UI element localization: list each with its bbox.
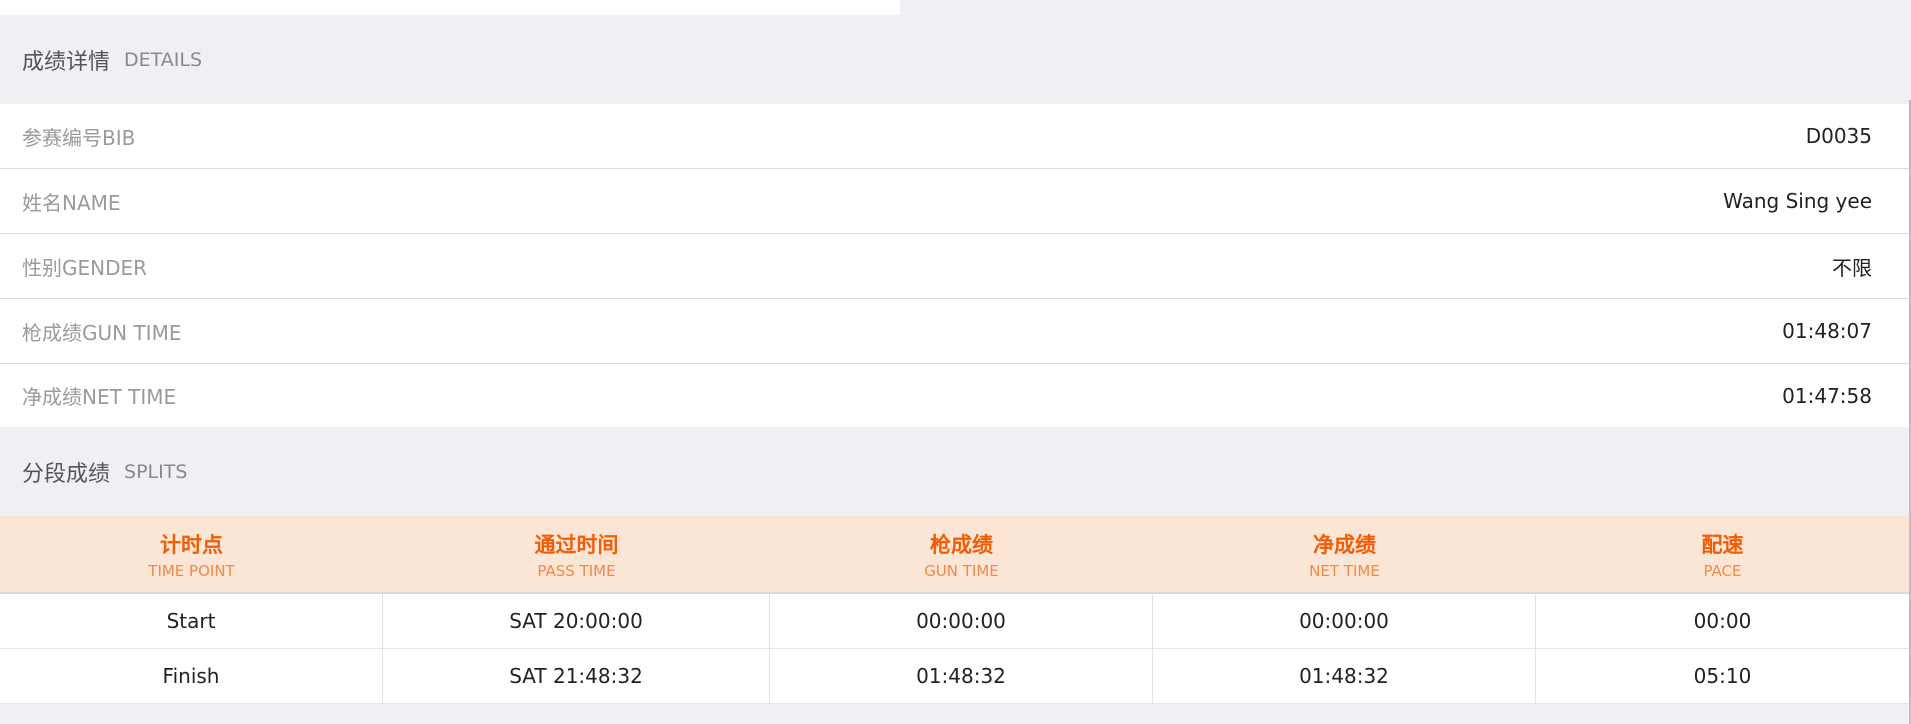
detail-row-gender: 性别GENDER 不限 <box>0 234 1909 299</box>
cell-time-point: Start <box>0 594 383 648</box>
column-header-cn: 枪成绩 <box>930 532 993 557</box>
detail-label: 净成绩NET TIME <box>22 385 177 409</box>
cell-gun-time: 00:00:00 <box>770 594 1153 648</box>
detail-value: D0035 <box>1805 124 1872 148</box>
details-title-en: DETAILS <box>124 49 203 71</box>
column-header-cn: 配速 <box>1701 532 1744 557</box>
column-header-pace: 配速 PACE <box>1536 516 1909 592</box>
splits-table-header: 计时点 TIME POINT 通过时间 PASS TIME 枪成绩 GUN TI… <box>0 516 1909 594</box>
splits-title-en: SPLITS <box>124 461 188 483</box>
detail-value: 01:48:07 <box>1782 319 1872 343</box>
column-header-en: PASS TIME <box>537 561 616 580</box>
column-header-pass-time: 通过时间 PASS TIME <box>383 516 770 592</box>
detail-value: 01:47:58 <box>1782 383 1872 408</box>
detail-label: 枪成绩GUN TIME <box>22 320 182 345</box>
detail-label: 姓名NAME <box>22 190 121 215</box>
cell-pace: 05:10 <box>1693 664 1752 688</box>
column-header-time-point: 计时点 TIME POINT <box>0 516 383 592</box>
column-header-cn: 净成绩 <box>1313 532 1376 557</box>
top-white-panel <box>0 0 900 15</box>
detail-label: 性别GENDER <box>22 255 148 280</box>
cell-time-point: Finish <box>0 649 383 703</box>
details-section-header: 成绩详情 DETAILS <box>0 28 1909 92</box>
cell-pass-time: SAT 20:00:00 <box>383 594 770 648</box>
detail-row-net-time: 净成绩NET TIME 01:47:58 <box>0 364 1909 427</box>
details-title-cn: 成绩详情 <box>22 50 111 75</box>
detail-label: 参赛编号BIB <box>22 125 136 150</box>
column-header-en: NET TIME <box>1309 561 1380 580</box>
column-header-en: PACE <box>1703 561 1742 580</box>
column-header-en: TIME POINT <box>148 561 235 580</box>
column-header-cn: 通过时间 <box>534 532 619 557</box>
column-header-cn: 计时点 <box>160 532 223 557</box>
table-row: Finish SAT 21:48:32 01:48:32 01:48:32 05… <box>0 649 1909 704</box>
detail-value: Wang Sing yee <box>1723 189 1872 213</box>
cell-net-time: 01:48:32 <box>1153 649 1536 703</box>
column-header-net-time: 净成绩 NET TIME <box>1153 516 1536 592</box>
column-header-en: GUN TIME <box>924 561 999 580</box>
detail-row-bib: 参赛编号BIB D0035 <box>0 104 1909 169</box>
detail-value: 不限 <box>1832 255 1872 280</box>
splits-table: 计时点 TIME POINT 通过时间 PASS TIME 枪成绩 GUN TI… <box>0 516 1909 704</box>
splits-section-header: 分段成绩 SPLITS <box>0 440 1909 504</box>
detail-row-gun-time: 枪成绩GUN TIME 01:48:07 <box>0 299 1909 364</box>
cell-gun-time: 01:48:32 <box>770 649 1153 703</box>
detail-row-name: 姓名NAME Wang Sing yee <box>0 169 1909 234</box>
cell-pass-time: SAT 21:48:32 <box>383 649 770 703</box>
details-list: 参赛编号BIB D0035 姓名NAME Wang Sing yee 性别GEN… <box>0 104 1909 427</box>
table-row: Start SAT 20:00:00 00:00:00 00:00:00 00:… <box>0 594 1909 649</box>
cell-net-time: 00:00:00 <box>1153 594 1536 648</box>
cell-pace: 00:00 <box>1693 609 1752 633</box>
column-header-gun-time: 枪成绩 GUN TIME <box>770 516 1153 592</box>
splits-title-cn: 分段成绩 <box>22 462 111 487</box>
